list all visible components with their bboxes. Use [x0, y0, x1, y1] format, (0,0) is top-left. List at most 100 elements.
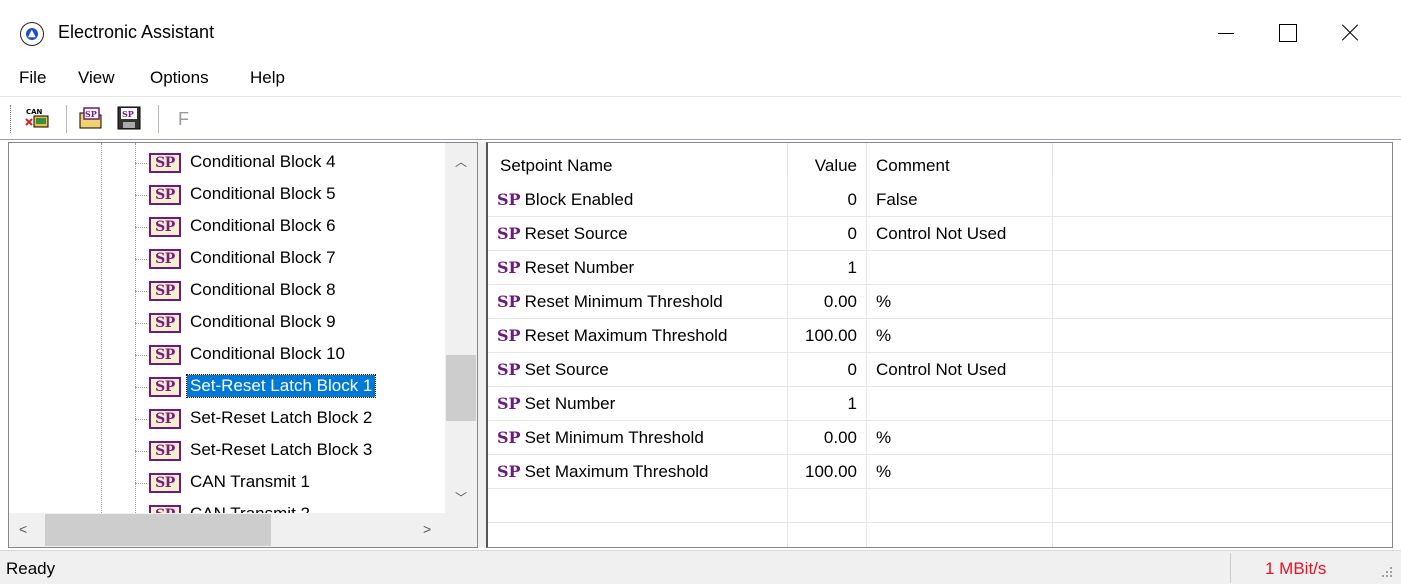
close-button[interactable]: [1318, 0, 1380, 60]
table-row[interactable]: SP Reset Minimum Threshold 0.00%: [488, 285, 1392, 319]
tree-item[interactable]: SP Set-Reset Latch Block 2: [135, 403, 435, 435]
setpoint-name: Set Minimum Threshold: [524, 428, 704, 447]
setpoint-comment: %: [867, 421, 1053, 455]
tree-connector: [135, 227, 147, 228]
table-row[interactable]: SP Block Enabled 0 False: [488, 183, 1392, 217]
tree-item[interactable]: SP Conditional Block 10: [135, 339, 435, 371]
setpoint-name-cell: SP Reset Minimum Threshold: [488, 285, 788, 319]
tree-guide-line: [101, 143, 102, 513]
tree-item[interactable]: SP Conditional Block 7: [135, 243, 435, 275]
save-setpoint-file-icon[interactable]: SP: [116, 105, 142, 131]
menu-bar: File View Options Help: [0, 60, 1401, 94]
setpoint-icon: SP: [497, 326, 521, 345]
scrollbar-thumb[interactable]: [45, 514, 271, 546]
setpoint-comment: Control Not Used: [867, 353, 1053, 387]
setpoint-icon: SP: [497, 360, 521, 379]
setpoint-name: Reset Maximum Threshold: [524, 326, 728, 345]
tree-item[interactable]: SP Conditional Block 9: [135, 307, 435, 339]
scrollbar-corner: [445, 513, 477, 547]
setpoint-name-cell: SP Set Maximum Threshold: [488, 455, 788, 489]
tree-connector: [135, 163, 147, 164]
setpoint-icon: SP: [497, 428, 521, 447]
tree-vertical-scrollbar[interactable]: ︿ ﹀: [445, 143, 477, 513]
setpoint-name-cell: SP Reset Source: [488, 217, 788, 251]
table-row[interactable]: SP Reset Maximum Threshold 100.00%: [488, 319, 1392, 353]
setpoint-name: Reset Minimum Threshold: [524, 292, 723, 311]
maximize-button[interactable]: [1256, 0, 1318, 60]
empty-cell: [488, 489, 788, 523]
setpoint-value: 100.00: [788, 319, 867, 353]
tree-item[interactable]: SP Conditional Block 4: [135, 147, 435, 179]
can-connect-icon[interactable]: CAN: [24, 105, 50, 131]
empty-cell: [1053, 183, 1392, 217]
column-header-setpoint-name[interactable]: Setpoint Name: [488, 143, 788, 183]
setpoint-name: Block Enabled: [524, 190, 634, 209]
menu-view[interactable]: View: [78, 68, 115, 88]
empty-cell: [1053, 523, 1392, 547]
tree-connector: [135, 323, 147, 324]
menu-options[interactable]: Options: [150, 68, 209, 88]
setpoint-icon: SP: [149, 345, 181, 365]
empty-cell: [1053, 353, 1392, 387]
flash-button[interactable]: F: [178, 109, 189, 130]
setpoint-value: 0.00: [788, 421, 867, 455]
column-header-blank: [1053, 143, 1392, 183]
setpoint-icon: SP: [497, 224, 521, 243]
scrollbar-thumb[interactable]: [446, 355, 476, 421]
svg-text:SP: SP: [122, 109, 134, 119]
scroll-up-icon[interactable]: ︿: [455, 153, 467, 170]
scroll-right-icon[interactable]: >: [423, 521, 431, 537]
tree-item-label: Set-Reset Latch Block 2: [190, 408, 373, 427]
column-header-value[interactable]: Value: [788, 143, 867, 183]
minimize-button[interactable]: [1194, 0, 1256, 60]
window-title: Electronic Assistant: [58, 22, 215, 42]
tree-item[interactable]: SP Conditional Block 6: [135, 211, 435, 243]
tree-item[interactable]: SP Conditional Block 5: [135, 179, 435, 211]
setpoint-name-cell: SP Set Minimum Threshold: [488, 421, 788, 455]
table-row[interactable]: SP Set Number 1: [488, 387, 1392, 421]
setpoint-icon: SP: [497, 292, 521, 311]
empty-cell: [867, 489, 1053, 523]
tree-connector: [135, 451, 147, 452]
panel-splitter[interactable]: [478, 142, 486, 548]
tree-connector: [135, 355, 147, 356]
setpoint-comment: %: [867, 285, 1053, 319]
setpoint-icon: SP: [497, 258, 521, 277]
table-row[interactable]: SP Set Source 0 Control Not Used: [488, 353, 1392, 387]
setpoint-tree[interactable]: SP Conditional Block 4 SP Conditional Block…: [8, 142, 478, 548]
column-header-comment[interactable]: Comment: [867, 143, 1053, 183]
table-row[interactable]: SP Reset Number 1: [488, 251, 1392, 285]
resize-grip-icon[interactable]: [1378, 563, 1394, 579]
tree-item[interactable]: SP CAN Transmit 1: [135, 467, 435, 499]
tree-item[interactable]: SP Set-Reset Latch Block 3: [135, 435, 435, 467]
menu-help[interactable]: Help: [250, 68, 285, 88]
empty-cell: [1053, 387, 1392, 421]
toolbar-grip[interactable]: [10, 105, 13, 133]
table-row: [488, 489, 1392, 523]
table-row: [488, 523, 1392, 547]
setpoint-icon: SP: [149, 217, 181, 237]
scroll-left-icon[interactable]: <: [19, 521, 27, 537]
setpoint-icon: SP: [149, 377, 181, 397]
title-bar: ▲ Electronic Assistant: [0, 0, 1401, 60]
app-logo-icon[interactable]: ▲: [20, 22, 44, 46]
menu-file[interactable]: File: [19, 68, 46, 88]
open-setpoint-file-icon[interactable]: SP: [78, 105, 104, 131]
tree-item-label: Conditional Block 9: [190, 312, 336, 331]
tree-connector: [135, 387, 147, 388]
scroll-down-icon[interactable]: ﹀: [455, 489, 467, 506]
table-row[interactable]: SP Reset Source 0 Control Not Used: [488, 217, 1392, 251]
empty-cell: [488, 523, 788, 547]
setpoint-icon: SP: [497, 462, 521, 481]
setpoint-value: 100.00: [788, 455, 867, 489]
empty-cell: [1053, 217, 1392, 251]
setpoint-value: 0.00: [788, 285, 867, 319]
tree-item[interactable]: SP Set-Reset Latch Block 1: [135, 371, 435, 403]
empty-cell: [1053, 421, 1392, 455]
setpoint-icon: SP: [149, 185, 181, 205]
table-row[interactable]: SP Set Maximum Threshold 100.00%: [488, 455, 1392, 489]
setpoint-icon: SP: [497, 190, 521, 209]
tree-horizontal-scrollbar[interactable]: < >: [9, 513, 445, 547]
tree-item[interactable]: SP Conditional Block 8: [135, 275, 435, 307]
table-row[interactable]: SP Set Minimum Threshold 0.00%: [488, 421, 1392, 455]
